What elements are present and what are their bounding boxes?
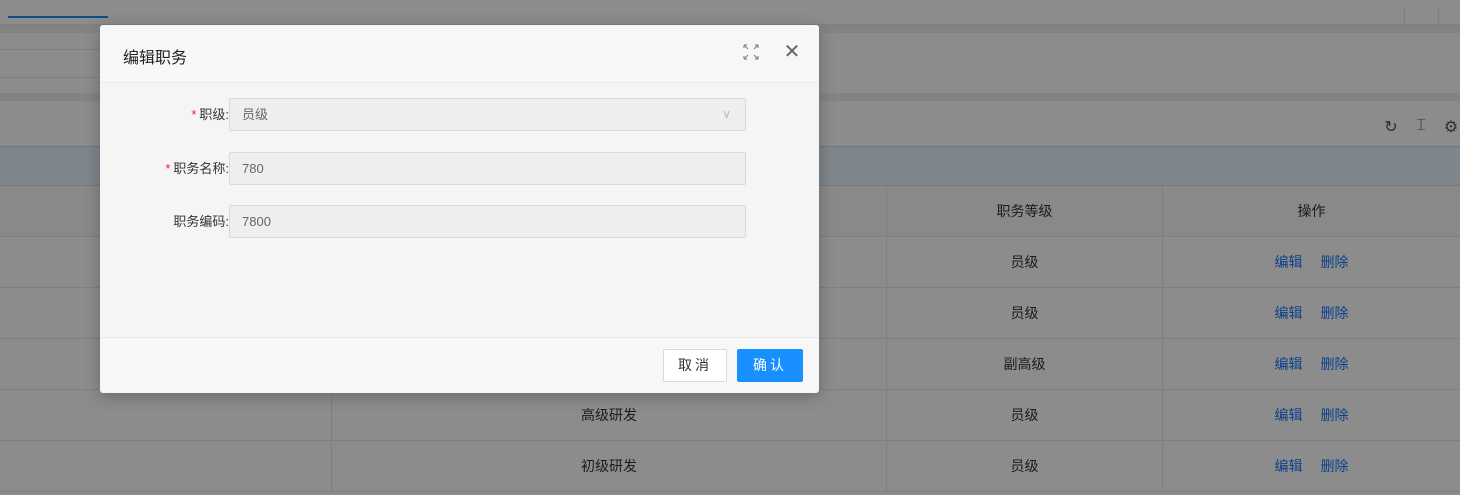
fullscreen-icon-glyph bbox=[743, 44, 759, 60]
form-row-name: * 职务名称: 780 bbox=[100, 152, 819, 186]
level-select[interactable]: 员级 ∨ bbox=[229, 98, 746, 131]
chevron-down-icon: ∨ bbox=[722, 107, 731, 121]
level-label: * 职级: bbox=[191, 98, 229, 132]
dialog-footer: 取消 确认 bbox=[100, 337, 819, 393]
level-label-text: 职级: bbox=[199, 107, 229, 122]
form-row-code: 职务编码: 7800 bbox=[100, 205, 819, 239]
required-mark: * bbox=[165, 161, 171, 176]
dialog-header: 编辑职务 ✕ bbox=[100, 25, 819, 83]
position-code-label: 职务编码: bbox=[173, 214, 229, 229]
close-icon[interactable]: ✕ bbox=[780, 40, 804, 64]
edit-position-dialog: 编辑职务 ✕ * 职级: 员级 ∨ * 职务名称: 780 职务编码: 7800 取… bbox=[100, 25, 819, 393]
required-mark: * bbox=[191, 107, 197, 122]
fullscreen-icon[interactable] bbox=[740, 41, 762, 63]
form-row-level: * 职级: 员级 ∨ bbox=[100, 98, 819, 132]
dialog-title: 编辑职务 bbox=[123, 50, 188, 67]
level-select-value: 员级 bbox=[242, 107, 269, 122]
position-name-input[interactable]: 780 bbox=[229, 152, 746, 185]
cancel-button[interactable]: 取消 bbox=[663, 349, 727, 382]
position-code-input[interactable]: 7800 bbox=[229, 205, 746, 238]
confirm-button[interactable]: 确认 bbox=[737, 349, 803, 382]
position-name-label: * 职务名称: bbox=[165, 152, 229, 186]
position-name-label-text: 职务名称: bbox=[173, 161, 229, 176]
